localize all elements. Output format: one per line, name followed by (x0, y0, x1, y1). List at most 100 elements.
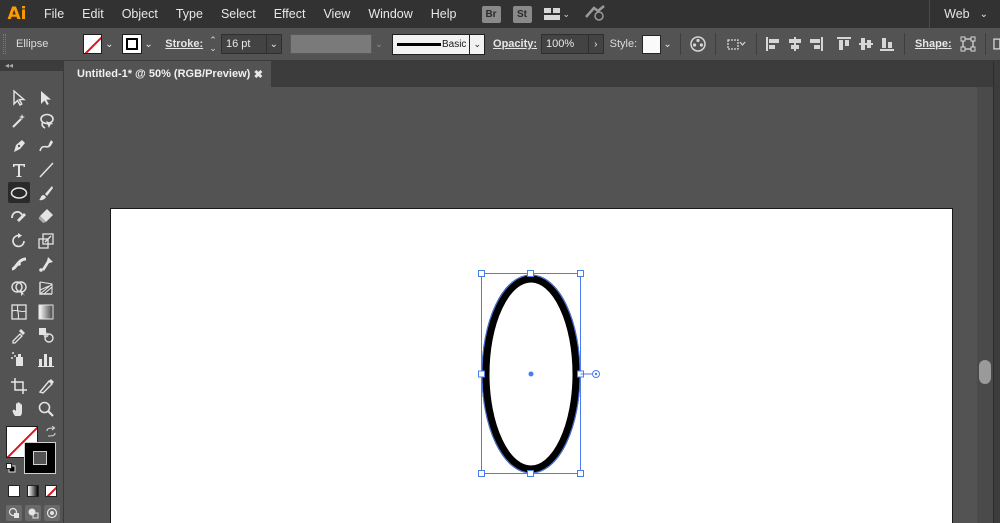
stroke-weight-input[interactable] (220, 34, 267, 54)
type-tool-icon[interactable] (8, 159, 30, 180)
menu-select[interactable]: Select (212, 0, 265, 28)
artboard-tool-icon[interactable] (8, 375, 30, 396)
swap-fill-stroke-icon[interactable] (45, 425, 57, 438)
opacity-label[interactable]: Opacity: (493, 38, 537, 50)
slice-tool-icon[interactable] (35, 375, 57, 396)
close-tab-icon[interactable]: ✖ (254, 68, 263, 81)
menu-window[interactable]: Window (359, 0, 421, 28)
horizontal-align-right-icon[interactable] (806, 33, 828, 55)
color-mode-button[interactable] (8, 485, 20, 497)
menu-effect[interactable]: Effect (265, 0, 315, 28)
eraser-tool-icon[interactable] (35, 205, 57, 226)
width-tool-icon[interactable] (8, 253, 30, 274)
bridge-icon[interactable]: Br (481, 5, 501, 23)
control-bar: Ellipse ⌄ ⌄ Stroke: ⌃⌄ ⌄ ⌄ Basic ⌄ Opaci… (0, 28, 1000, 61)
recolor-artwork-icon[interactable] (687, 33, 709, 55)
opacity-input[interactable] (540, 34, 589, 54)
horizontal-align-center-icon[interactable] (784, 33, 806, 55)
document-tab[interactable]: Untitled-1* @ 50% (RGB/Preview) ✖ (65, 61, 271, 87)
column-graph-tool-icon[interactable] (35, 348, 57, 369)
scale-tool-icon[interactable] (35, 230, 57, 251)
draw-normal-icon[interactable] (6, 505, 22, 521)
handle-top-left[interactable] (478, 270, 485, 277)
direct-selection-tool-icon[interactable] (35, 87, 57, 108)
fill-swatch[interactable] (82, 34, 103, 54)
canvas-area[interactable] (65, 87, 977, 523)
shaper-tool-icon[interactable] (8, 205, 30, 226)
horizontal-align-left-icon[interactable] (763, 33, 785, 55)
control-bar-grip[interactable] (3, 34, 6, 54)
workspace-label: Web (944, 7, 970, 21)
stroke-weight-spinner-icon[interactable]: ⌃ ⌄ (207, 36, 219, 53)
stroke-swatch-black[interactable] (24, 442, 56, 474)
symbol-sprayer-tool-icon[interactable] (8, 348, 30, 369)
style-dropdown-chevron-icon[interactable]: ⌄ (661, 34, 675, 54)
curvature-tool-icon[interactable] (35, 135, 57, 156)
gradient-tool-icon[interactable] (35, 301, 57, 322)
handle-top-right[interactable] (577, 270, 584, 277)
gpu-performance-icon[interactable] (584, 4, 606, 24)
magic-wand-tool-icon[interactable] (8, 110, 30, 131)
menu-type[interactable]: Type (167, 0, 212, 28)
stroke-weight-dropdown-chevron-icon[interactable]: ⌄ (266, 34, 282, 54)
hand-tool-icon[interactable] (8, 398, 30, 419)
ellipse-tool-icon[interactable] (8, 182, 30, 203)
vertical-scrollbar[interactable] (977, 87, 993, 523)
align-to-selection-icon[interactable] (722, 33, 749, 55)
style-label: Style: (609, 38, 638, 50)
stroke-dropdown-chevron-icon[interactable]: ⌄ (142, 34, 156, 54)
tools-panel-collapse[interactable]: ◂◂ (0, 61, 63, 71)
shape-builder-tool-icon[interactable] (8, 277, 30, 298)
vertical-align-center-icon[interactable] (855, 33, 877, 55)
vertical-align-bottom-icon[interactable] (876, 33, 898, 55)
opacity-chevron-right-icon[interactable]: › (588, 34, 604, 54)
menu-help[interactable]: Help (422, 0, 466, 28)
perspective-grid-tool-icon[interactable] (35, 277, 57, 298)
menu-view[interactable]: View (314, 0, 359, 28)
rotate-tool-icon[interactable] (8, 230, 30, 251)
selected-ellipse-group[interactable] (65, 87, 977, 523)
none-mode-button[interactable] (45, 485, 57, 497)
lasso-tool-icon[interactable] (35, 110, 57, 131)
graphic-style-swatch[interactable] (642, 34, 661, 54)
menu-edit[interactable]: Edit (73, 0, 113, 28)
default-fill-stroke-icon[interactable] (6, 462, 16, 473)
gradient-mode-button[interactable] (27, 485, 39, 497)
line-segment-tool-icon[interactable] (35, 159, 57, 180)
transform-overflow-icon[interactable] (992, 33, 1000, 55)
brush-profile-field[interactable]: Basic (391, 33, 471, 55)
separator (715, 33, 717, 55)
menu-object[interactable]: Object (113, 0, 167, 28)
pen-tool-icon[interactable] (8, 135, 30, 156)
draw-behind-icon[interactable] (25, 505, 41, 521)
shape-label[interactable]: Shape: (915, 38, 952, 50)
zoom-tool-icon[interactable] (35, 398, 57, 419)
stock-icon[interactable]: St (512, 5, 532, 23)
eyedropper-tool-icon[interactable] (8, 324, 30, 345)
blend-tool-icon[interactable] (35, 324, 57, 345)
handle-top-center[interactable] (527, 270, 534, 277)
stroke-label[interactable]: Stroke: (165, 38, 203, 50)
draw-inside-icon[interactable] (44, 505, 60, 521)
shape-properties-icon[interactable] (958, 33, 980, 55)
separator (755, 33, 757, 55)
handle-bottom-left[interactable] (478, 470, 485, 477)
selection-tool-icon[interactable] (8, 87, 30, 108)
stroke-swatch[interactable] (122, 34, 142, 54)
document-tab-bar: Untitled-1* @ 50% (RGB/Preview) ✖ (65, 61, 1000, 87)
variable-width-field[interactable] (289, 34, 373, 54)
handle-bottom-center[interactable] (527, 470, 534, 477)
workspace-switcher[interactable]: Web ⌄ (929, 0, 1000, 28)
arrange-documents-icon[interactable]: ⌄ (543, 8, 570, 20)
fill-dropdown-chevron-icon[interactable]: ⌄ (102, 34, 116, 54)
paintbrush-tool-icon[interactable] (35, 182, 57, 203)
vertical-scrollbar-thumb[interactable] (979, 360, 991, 384)
variable-width-chevron-icon[interactable]: ⌄ (372, 34, 386, 54)
menu-file[interactable]: File (34, 0, 73, 28)
brush-dropdown-chevron-icon[interactable]: ⌄ (470, 33, 486, 55)
handle-middle-left[interactable] (478, 370, 485, 378)
handle-bottom-right[interactable] (577, 470, 584, 477)
vertical-align-top-icon[interactable] (833, 33, 855, 55)
puppet-warp-tool-icon[interactable] (35, 253, 57, 274)
mesh-tool-icon[interactable] (8, 301, 30, 322)
